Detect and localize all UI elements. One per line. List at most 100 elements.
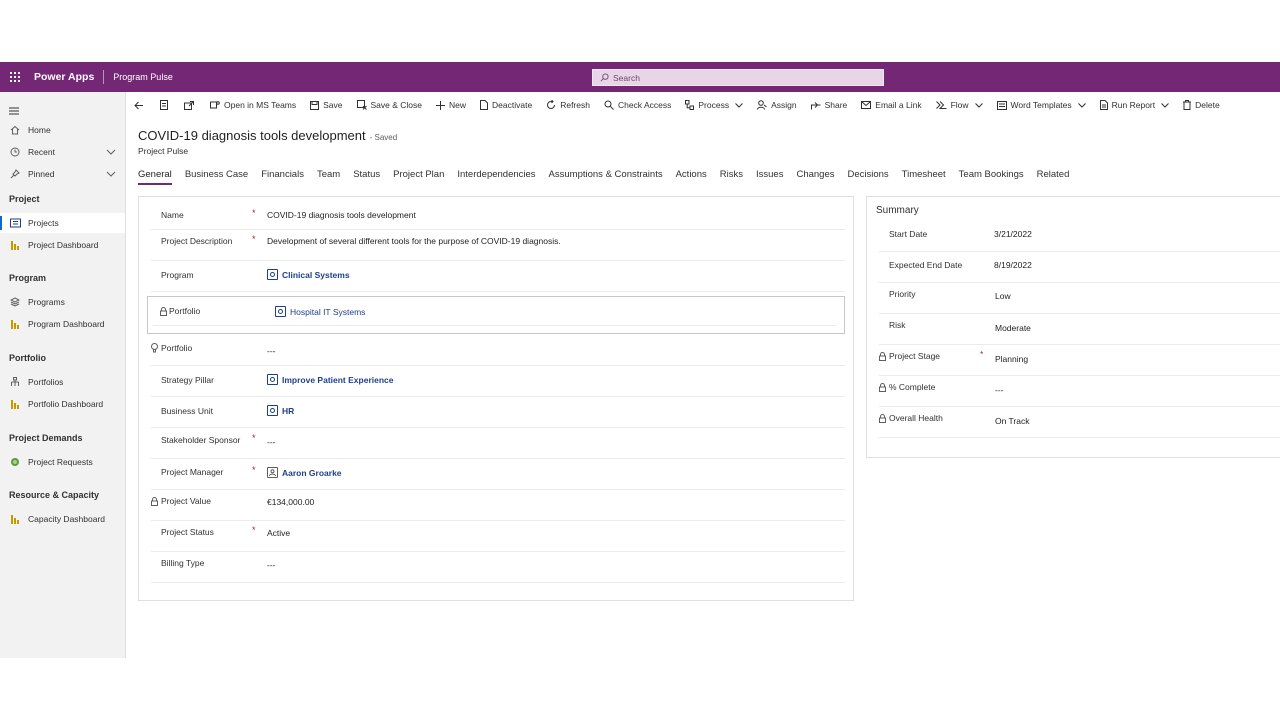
- percent-complete-input[interactable]: ---: [995, 385, 1004, 395]
- project-stage-select[interactable]: Planning: [995, 354, 1028, 364]
- check-access-label: Check Access: [617, 100, 672, 110]
- program-link[interactable]: Clinical Systems: [282, 270, 350, 280]
- chevron-down-icon[interactable]: [106, 147, 116, 157]
- business-unit-lookup[interactable]: HR: [267, 405, 294, 416]
- tab-changes[interactable]: Changes: [796, 169, 834, 184]
- app-name[interactable]: Power Apps: [34, 71, 94, 83]
- field-label: Project Manager: [161, 467, 224, 477]
- nav-section-title: Program: [9, 273, 47, 283]
- deactivate-button[interactable]: Deactivate: [480, 100, 532, 110]
- manager-lookup[interactable]: Aaron Groarke: [267, 467, 342, 478]
- save-close-button[interactable]: Save & Close: [356, 100, 422, 110]
- field-project-value: Project Value €134,000.00: [151, 490, 845, 521]
- tab-project-plan[interactable]: Project Plan: [393, 169, 444, 184]
- check-access-button[interactable]: Check Access: [604, 100, 671, 110]
- portfolio-locked-lookup[interactable]: Hospital IT Systems: [275, 306, 365, 317]
- open-new-window-icon[interactable]: [184, 100, 194, 110]
- portfolio-input[interactable]: ---: [267, 346, 276, 356]
- tab-actions[interactable]: Actions: [676, 169, 707, 184]
- project-value-input[interactable]: €134,000.00: [267, 497, 314, 507]
- strategy-lookup[interactable]: Improve Patient Experience: [267, 374, 394, 385]
- back-arrow-icon[interactable]: [134, 101, 144, 110]
- delete-button[interactable]: Delete: [1183, 100, 1220, 110]
- word-templates-button[interactable]: Word Templates: [996, 100, 1086, 110]
- program-lookup[interactable]: Clinical Systems: [267, 269, 350, 280]
- app-header: Power Apps Program Pulse Search: [0, 62, 1280, 92]
- tab-team-bookings[interactable]: Team Bookings: [959, 169, 1024, 184]
- business-unit-link[interactable]: HR: [282, 406, 294, 416]
- nav-program-dashboard[interactable]: Program Dashboard: [0, 314, 125, 334]
- field-start-date: Start Date 3/21/2022: [879, 221, 1280, 252]
- tab-timesheet[interactable]: Timesheet: [902, 169, 946, 184]
- nav-capacity-dashboard[interactable]: Capacity Dashboard: [0, 509, 125, 529]
- field-business-unit: Business Unit HR: [151, 397, 845, 428]
- description-input[interactable]: Development of several different tools f…: [267, 236, 561, 246]
- chevron-down-icon[interactable]: [106, 169, 116, 179]
- app-environment-name[interactable]: Program Pulse: [113, 72, 173, 82]
- lock-icon: [151, 496, 158, 506]
- nav-projects[interactable]: Projects: [0, 213, 125, 233]
- field-risk: Risk Moderate: [879, 314, 1280, 345]
- priority-select[interactable]: Low: [995, 291, 1011, 301]
- search-box[interactable]: Search: [592, 69, 884, 86]
- assign-button[interactable]: Assign: [757, 100, 797, 110]
- save-status: - Saved: [369, 133, 398, 142]
- billing-type-select[interactable]: ---: [267, 560, 276, 570]
- nav-home[interactable]: Home: [0, 120, 125, 140]
- nav-label: Capacity Dashboard: [28, 514, 106, 524]
- status-select[interactable]: Active: [267, 528, 290, 538]
- tab-team[interactable]: Team: [317, 169, 340, 184]
- save-button[interactable]: Save: [310, 100, 343, 110]
- form-tabs: General Business Case Financials Team St…: [138, 169, 1082, 185]
- sponsor-input[interactable]: ---: [267, 437, 276, 447]
- tab-interdependencies[interactable]: Interdependencies: [457, 169, 535, 184]
- new-button[interactable]: New: [436, 100, 466, 110]
- run-report-button[interactable]: Run Report: [1099, 100, 1169, 110]
- new-label: New: [449, 100, 467, 110]
- hamburger-menu-icon[interactable]: [9, 102, 19, 120]
- nav-portfolios[interactable]: Portfolios: [0, 372, 125, 392]
- email-link-button[interactable]: Email a Link: [861, 100, 922, 110]
- pin-icon: [9, 169, 21, 179]
- nav-label: Portfolio Dashboard: [28, 399, 104, 409]
- manager-link[interactable]: Aaron Groarke: [282, 468, 342, 478]
- nav-label: Project Requests: [28, 457, 93, 467]
- nav-label: Project Dashboard: [28, 240, 99, 250]
- name-input[interactable]: COVID-19 diagnosis tools development: [267, 210, 416, 220]
- tab-decisions[interactable]: Decisions: [847, 169, 888, 184]
- form-view-icon[interactable]: [160, 100, 168, 110]
- portfolio-locked-link[interactable]: Hospital IT Systems: [290, 307, 365, 317]
- nav-programs[interactable]: Programs: [0, 292, 125, 312]
- tab-financials[interactable]: Financials: [261, 169, 304, 184]
- strategy-link[interactable]: Improve Patient Experience: [282, 375, 394, 385]
- nav-label: Projects: [28, 218, 59, 228]
- assign-label: Assign: [771, 100, 797, 110]
- tab-business-case[interactable]: Business Case: [185, 169, 248, 184]
- tab-related[interactable]: Related: [1037, 169, 1070, 184]
- risk-select[interactable]: Moderate: [995, 323, 1031, 333]
- nav-pinned[interactable]: Pinned: [0, 164, 125, 184]
- overall-health-select[interactable]: On Track: [995, 416, 1029, 426]
- refresh-button[interactable]: Refresh: [546, 100, 590, 110]
- end-date-input[interactable]: 8/19/2022: [994, 260, 1032, 270]
- required-marker: *: [252, 525, 256, 535]
- start-date-input[interactable]: 3/21/2022: [994, 229, 1032, 239]
- nav-portfolio-dashboard[interactable]: Portfolio Dashboard: [0, 394, 125, 414]
- app-launcher-icon[interactable]: [0, 62, 30, 92]
- flow-button[interactable]: Flow: [935, 100, 983, 110]
- nav-recent[interactable]: Recent: [0, 142, 125, 162]
- tab-risks[interactable]: Risks: [720, 169, 743, 184]
- tab-status[interactable]: Status: [353, 169, 380, 184]
- nav-project-requests[interactable]: Project Requests: [0, 452, 125, 472]
- process-button[interactable]: Process: [685, 100, 743, 110]
- field-label: Name: [161, 210, 184, 220]
- field-portfolio: Portfolio ---: [151, 335, 845, 366]
- share-button[interactable]: Share: [810, 100, 847, 110]
- tab-general[interactable]: General: [138, 169, 172, 185]
- chevron-down-icon: [974, 100, 983, 110]
- tab-issues[interactable]: Issues: [756, 169, 783, 184]
- open-in-teams-button[interactable]: Open in MS Teams: [210, 100, 296, 110]
- dashboard-icon: [9, 399, 21, 409]
- nav-project-dashboard[interactable]: Project Dashboard: [0, 235, 125, 255]
- tab-assumptions-constraints[interactable]: Assumptions & Constraints: [549, 169, 663, 184]
